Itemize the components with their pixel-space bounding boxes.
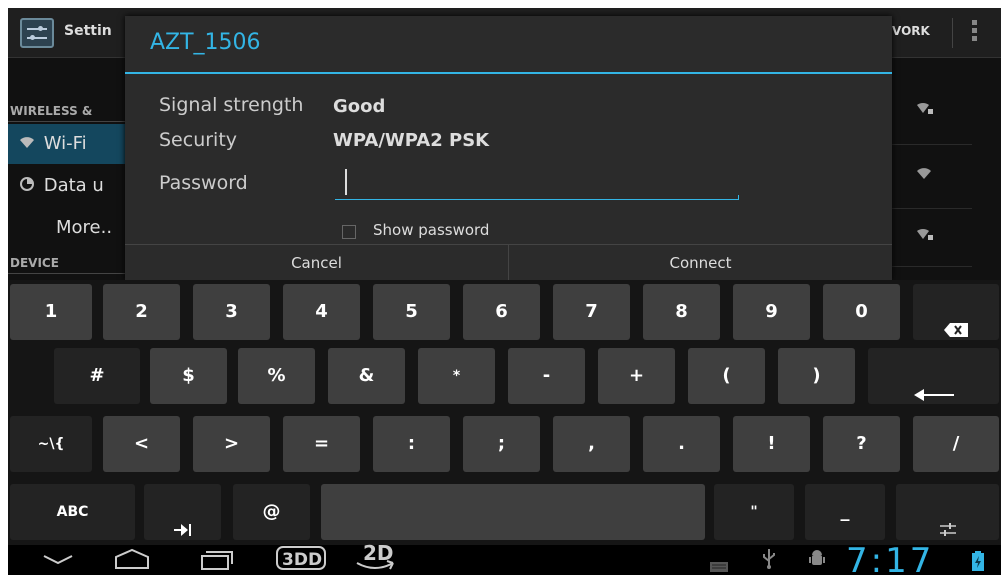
key-9[interactable]: 9 bbox=[733, 284, 810, 340]
key-underscore[interactable]: _ bbox=[805, 484, 885, 540]
usb-icon bbox=[762, 549, 776, 573]
show-password-label[interactable]: Show password bbox=[373, 221, 489, 239]
recent-apps-icon[interactable] bbox=[200, 548, 234, 574]
key-2[interactable]: 2 bbox=[103, 284, 180, 340]
overflow-menu-icon[interactable] bbox=[972, 20, 978, 44]
header-divider bbox=[8, 121, 133, 122]
key-dollar[interactable]: $ bbox=[150, 348, 227, 404]
key-less-than[interactable]: < bbox=[103, 416, 180, 472]
wifi-icon bbox=[20, 124, 38, 164]
settings-left-pane: WIRELESS & Wi-Fi Data u More.. DEVICE bbox=[8, 58, 133, 280]
password-label: Password bbox=[159, 172, 248, 194]
key-left-paren[interactable]: ( bbox=[688, 348, 765, 404]
key-minus[interactable]: - bbox=[508, 348, 585, 404]
wifi-network-list bbox=[892, 58, 1001, 280]
sidebar-item-label: Wi-Fi bbox=[43, 133, 87, 154]
security-value: WPA/WPA2 PSK bbox=[333, 130, 490, 151]
svg-text:3DD: 3DD bbox=[282, 550, 322, 570]
tablet-screen: Settin VORK WIRELESS & Wi-Fi Data u More… bbox=[8, 8, 1001, 575]
connect-button[interactable]: Connect bbox=[509, 245, 892, 281]
key-8[interactable]: 8 bbox=[643, 284, 720, 340]
key-comma[interactable]: , bbox=[553, 416, 630, 472]
key-percent[interactable]: % bbox=[238, 348, 315, 404]
sidebar-item-label: Data u bbox=[43, 175, 104, 196]
password-field-underline-tick bbox=[738, 195, 739, 200]
security-label: Security bbox=[159, 129, 238, 151]
key-1[interactable]: 1 bbox=[10, 284, 92, 340]
key-4[interactable]: 4 bbox=[283, 284, 360, 340]
keyboard-notification-icon bbox=[710, 557, 728, 575]
signal-strength-label: Signal strength bbox=[159, 94, 304, 116]
sidebar-item-data-usage[interactable]: Data u bbox=[8, 166, 133, 206]
system-nav-bar: 3DD 2D 7:17 bbox=[8, 541, 1001, 575]
list-divider bbox=[892, 144, 972, 145]
key-7[interactable]: 7 bbox=[553, 284, 630, 340]
dialog-button-bar: Cancel Connect bbox=[125, 244, 892, 281]
enter-key[interactable] bbox=[868, 348, 999, 404]
password-field-underline bbox=[335, 199, 739, 200]
text-cursor bbox=[345, 169, 347, 195]
key-semicolon[interactable]: ; bbox=[463, 416, 540, 472]
dialog-title-divider bbox=[125, 72, 892, 74]
key-quote[interactable]: " bbox=[714, 484, 794, 540]
3d-toggle-icon[interactable]: 3DD bbox=[276, 543, 328, 575]
soft-keyboard: 1 2 3 4 5 6 7 8 9 0 # $ % & * - + ( ) ~\… bbox=[8, 280, 1001, 545]
key-colon[interactable]: : bbox=[373, 416, 450, 472]
header-device: DEVICE bbox=[10, 256, 59, 270]
list-divider bbox=[892, 208, 972, 209]
cancel-button[interactable]: Cancel bbox=[125, 245, 508, 281]
sidebar-item-label: More.. bbox=[56, 217, 113, 238]
settings-title: Settin bbox=[64, 23, 112, 39]
battery-charging-icon bbox=[972, 551, 984, 575]
abc-key[interactable]: ABC bbox=[10, 484, 135, 540]
show-password-checkbox[interactable] bbox=[342, 225, 356, 239]
status-clock: 7:17 bbox=[846, 541, 935, 575]
dialog-title: AZT_1506 bbox=[150, 30, 261, 55]
android-debug-icon bbox=[809, 549, 825, 573]
key-at[interactable]: @ bbox=[233, 484, 310, 540]
key-0[interactable]: 0 bbox=[823, 284, 900, 340]
key-right-paren[interactable]: ) bbox=[778, 348, 855, 404]
key-ampersand[interactable]: & bbox=[328, 348, 405, 404]
sidebar-item-more[interactable]: More.. bbox=[8, 208, 133, 248]
wifi-signal-locked-icon[interactable] bbox=[917, 226, 933, 240]
key-hash[interactable]: # bbox=[54, 348, 140, 404]
key-more-symbols[interactable]: ~\{ bbox=[10, 416, 92, 472]
wifi-signal-locked-icon[interactable] bbox=[917, 100, 933, 114]
data-usage-icon bbox=[20, 166, 38, 206]
backspace-key[interactable] bbox=[913, 284, 999, 340]
2d-toggle-icon[interactable]: 2D bbox=[353, 541, 401, 575]
sidebar-item-wifi[interactable]: Wi-Fi bbox=[8, 124, 133, 164]
wifi-signal-icon[interactable] bbox=[917, 166, 933, 180]
action-bar-divider bbox=[952, 18, 953, 48]
wifi-connect-dialog: AZT_1506 Signal strength Good Security W… bbox=[125, 16, 892, 281]
signal-strength-value: Good bbox=[333, 96, 386, 117]
key-plus[interactable]: + bbox=[598, 348, 675, 404]
keyboard-settings-key[interactable] bbox=[896, 484, 999, 540]
key-5[interactable]: 5 bbox=[373, 284, 450, 340]
space-key[interactable] bbox=[321, 484, 705, 540]
key-equals[interactable]: = bbox=[283, 416, 360, 472]
key-greater-than[interactable]: > bbox=[193, 416, 270, 472]
list-divider bbox=[892, 266, 972, 267]
key-3[interactable]: 3 bbox=[193, 284, 270, 340]
password-field[interactable] bbox=[335, 166, 739, 200]
header-wireless: WIRELESS & bbox=[10, 104, 93, 118]
key-6[interactable]: 6 bbox=[463, 284, 540, 340]
key-period[interactable]: . bbox=[643, 416, 720, 472]
key-asterisk[interactable]: * bbox=[418, 348, 495, 404]
back-hide-keyboard-icon[interactable] bbox=[42, 551, 74, 570]
key-slash[interactable]: / bbox=[913, 416, 999, 472]
tab-key[interactable] bbox=[144, 484, 221, 540]
header-divider bbox=[8, 273, 133, 274]
settings-icon[interactable] bbox=[20, 18, 54, 48]
add-network-label[interactable]: VORK bbox=[892, 24, 930, 38]
key-question[interactable]: ? bbox=[823, 416, 900, 472]
key-exclamation[interactable]: ! bbox=[733, 416, 810, 472]
home-icon[interactable] bbox=[114, 548, 150, 574]
